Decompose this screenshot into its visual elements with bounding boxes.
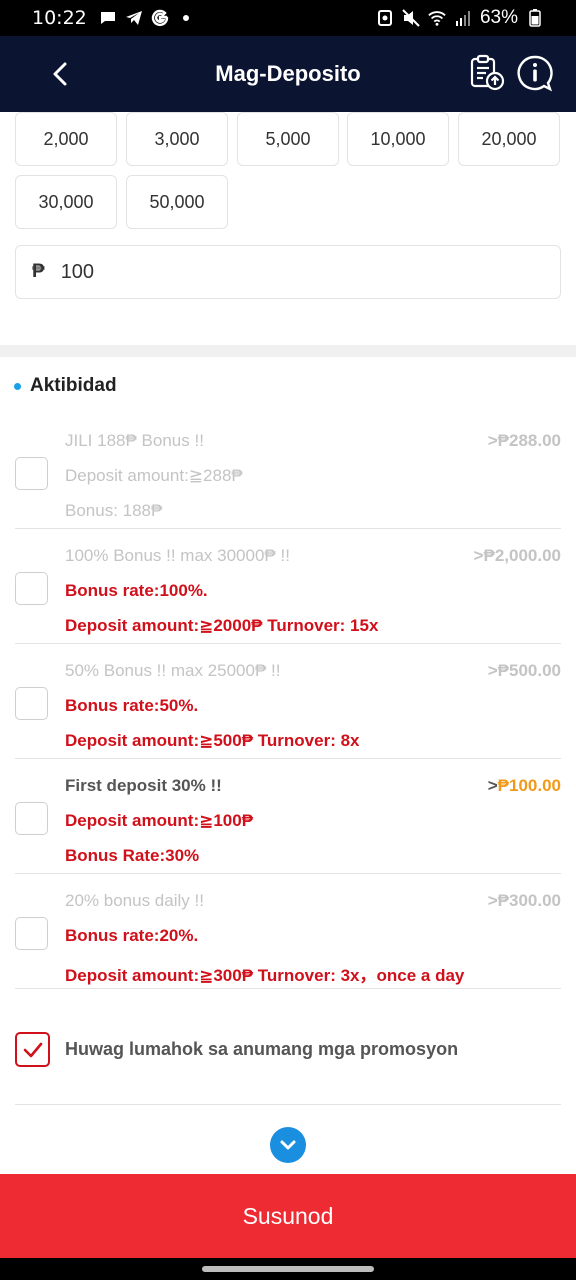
amount-chip[interactable]: 3,000 (126, 112, 228, 166)
app-header: Mag-Deposito (0, 36, 576, 112)
promo-detail: Bonus Rate:30% (65, 846, 200, 865)
promo-detail: Deposit amount:≧500₱ Turnover: 8x (65, 731, 360, 750)
promo-item[interactable]: JILI 188₱ Bonus !! Deposit amount:≧288₱ … (15, 415, 561, 529)
telegram-icon (125, 9, 143, 27)
promo-detail: Bonus rate:50%. (65, 696, 199, 715)
promo-amount: >₱2,000.00 (473, 546, 561, 565)
promo-item[interactable]: First deposit 30% !! Deposit amount:≧100… (15, 760, 561, 874)
deposit-record-button[interactable] (468, 54, 506, 92)
bullet-dot-icon (14, 382, 21, 390)
promo-checkbox[interactable] (15, 457, 48, 490)
opt-out-label: Huwag lumahok sa anumang mga promosyon (65, 1039, 459, 1059)
promo-detail: Bonus rate:20%. (65, 926, 199, 945)
deposit-record-icon (470, 54, 505, 91)
promo-detail: Deposit amount:≧288₱ (65, 466, 243, 485)
wifi-icon (428, 9, 446, 27)
promo-checkbox[interactable] (15, 687, 48, 720)
amount-chip[interactable]: 30,000 (15, 175, 117, 229)
help-button[interactable] (516, 54, 554, 92)
next-button[interactable]: Susunod (0, 1174, 576, 1258)
status-bar: 10:22 63% (0, 0, 576, 36)
amount-chip[interactable]: 50,000 (126, 175, 228, 229)
promo-detail: Bonus: 188₱ (65, 501, 163, 520)
promo-title: 50% Bonus !! max 25000₱ !! (65, 661, 281, 680)
mute-icon (402, 9, 420, 27)
battery-icon (526, 9, 544, 27)
promo-title: JILI 188₱ Bonus !! (65, 431, 204, 450)
help-chat-icon (517, 55, 553, 92)
back-button[interactable] (44, 58, 76, 90)
promo-checkbox[interactable] (15, 802, 48, 835)
google-icon (151, 9, 169, 27)
promo-detail: Deposit amount:≧300₱ Turnover: 3x，once a… (65, 966, 465, 985)
promo-detail: Bonus rate:100%. (65, 581, 208, 600)
promo-title: 20% bonus daily !! (65, 891, 204, 910)
promo-amount: >₱300.00 (487, 891, 561, 910)
signal-icon (454, 9, 472, 27)
back-icon (53, 62, 67, 86)
promo-item[interactable]: 100% Bonus !! max 30000₱ !! Bonus rate:1… (15, 530, 561, 644)
chat-icon (99, 9, 117, 27)
opt-out-row[interactable]: Huwag lumahok sa anumang mga promosyon (15, 1030, 561, 1105)
status-time: 10:22 (32, 7, 87, 29)
promo-detail: Deposit amount:≧100₱ (65, 811, 254, 830)
promo-detail: Deposit amount:≧2000₱ Turnover: 15x (65, 616, 379, 635)
promo-checkbox[interactable] (15, 572, 48, 605)
promo-title: First deposit 30% !! (65, 776, 222, 795)
promo-amount: >₱288.00 (487, 431, 561, 450)
currency-symbol: ₱ (32, 261, 45, 282)
activity-heading: Aktibidad (14, 375, 117, 397)
section-divider (0, 345, 576, 357)
amount-chip[interactable]: 2,000 (15, 112, 117, 166)
amount-chip[interactable]: 20,000 (458, 112, 560, 166)
promo-amount: >₱500.00 (487, 661, 561, 680)
notification-icon (376, 9, 394, 27)
amount-input[interactable]: ₱ 100 (15, 245, 561, 299)
checkmark-icon (23, 1042, 42, 1057)
amount-value: 100 (60, 260, 95, 283)
dot-icon (182, 15, 189, 21)
promo-checkbox[interactable] (15, 917, 48, 950)
amount-chip[interactable]: 10,000 (347, 112, 449, 166)
page-title: Mag-Deposito (215, 61, 361, 86)
battery-percent: 63% (479, 7, 518, 28)
activity-title: Aktibidad (30, 375, 117, 396)
home-indicator[interactable] (202, 1266, 374, 1272)
promo-title: 100% Bonus !! max 30000₱ !! (65, 546, 290, 565)
amount-chip[interactable]: 5,000 (237, 112, 339, 166)
promo-item[interactable]: 50% Bonus !! max 25000₱ !! Bonus rate:50… (15, 645, 561, 759)
opt-out-checkbox[interactable] (15, 1032, 50, 1067)
promo-amount: >₱100.00 (487, 776, 561, 795)
promo-item[interactable]: 20% bonus daily !! Bonus rate:20%. Depos… (15, 875, 561, 989)
system-nav-bar (0, 1258, 576, 1280)
expand-button[interactable] (270, 1127, 306, 1163)
chevron-down-icon (280, 1140, 296, 1150)
